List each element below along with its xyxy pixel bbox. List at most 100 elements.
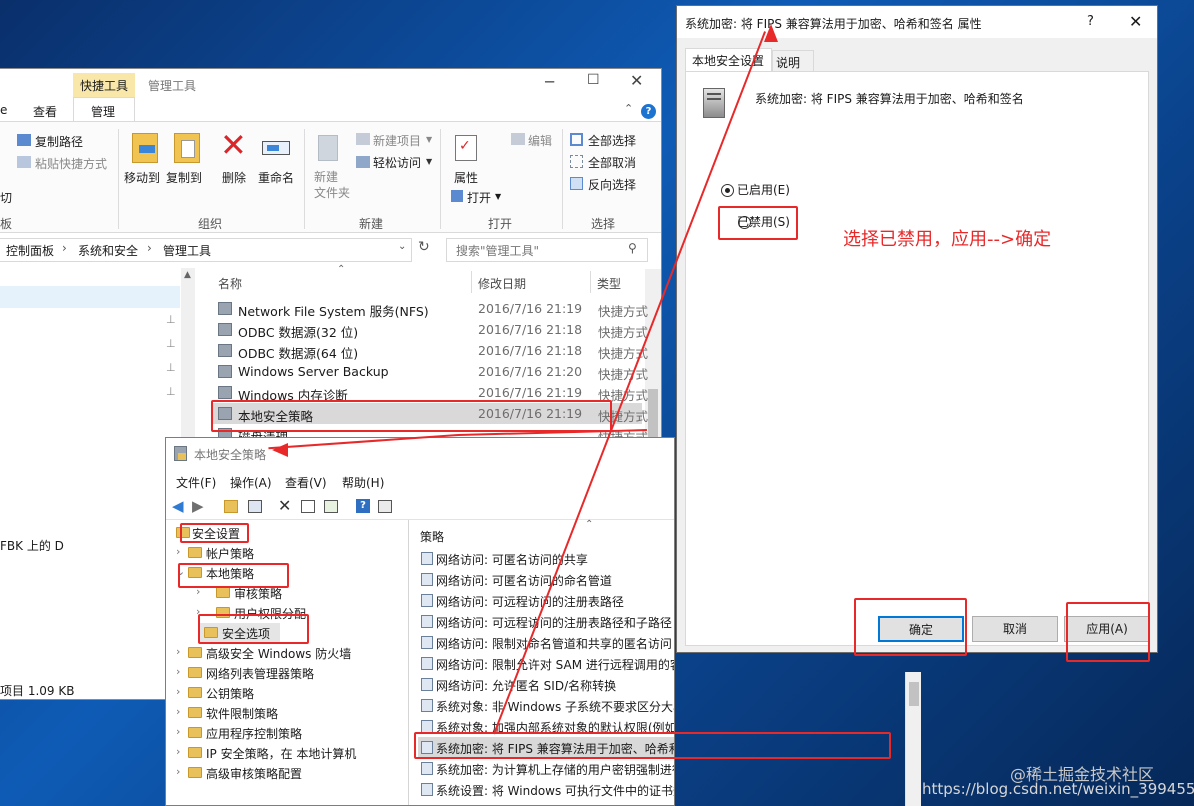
menu-item[interactable]: 查看(V) xyxy=(285,474,327,491)
tab-view[interactable]: 查看 xyxy=(33,103,57,120)
delete-icon[interactable]: ✕ xyxy=(278,496,291,515)
tree-expand-icon[interactable]: › xyxy=(176,725,180,738)
select-all-button[interactable]: 全部选择 xyxy=(588,132,636,149)
up-folder-icon[interactable] xyxy=(224,500,238,513)
edit-icon xyxy=(511,133,525,145)
tree-expand-icon[interactable]: › xyxy=(176,765,180,778)
policy-row[interactable]: 网络访问: 可匿名访问的命名管道 xyxy=(418,569,674,590)
policy-column-header[interactable]: 策略 xyxy=(420,528,444,545)
back-icon[interactable]: ◀ xyxy=(172,497,184,515)
copy-path-button[interactable]: 复制路径 xyxy=(35,133,83,150)
tree-expand-icon[interactable]: › xyxy=(176,645,180,658)
select-none-button[interactable]: 全部取消 xyxy=(588,154,636,171)
enabled-radio[interactable] xyxy=(721,184,734,197)
export-list-icon[interactable] xyxy=(324,500,338,513)
menu-item[interactable]: 文件(F) xyxy=(176,474,216,491)
column-date[interactable]: 修改日期 xyxy=(478,275,526,292)
tab-partial[interactable]: e xyxy=(0,103,7,117)
new-item-button[interactable]: 新建项目 xyxy=(373,132,421,149)
open-dropdown-icon[interactable]: ▼ xyxy=(495,192,501,201)
file-row[interactable]: Windows Server Backup 2016/7/16 21:20 快捷方式 xyxy=(212,361,648,382)
policy-row[interactable]: 网络访问: 可匿名访问的共享 xyxy=(418,548,674,569)
window-title: 管理工具 xyxy=(148,79,197,93)
column-divider xyxy=(590,271,591,293)
cut-button[interactable]: 切 xyxy=(0,189,12,206)
file-date: 2016/7/16 21:20 xyxy=(478,364,583,379)
pin-icon[interactable]: ⊥ xyxy=(166,385,176,398)
show-tree-icon[interactable] xyxy=(248,500,262,513)
help-icon[interactable]: ? xyxy=(356,499,370,513)
folder-icon xyxy=(188,667,202,678)
policy-row[interactable]: 系统对象: 非 Windows 子系统不要求区分大小写已启用 xyxy=(418,695,674,716)
tree-expand-icon[interactable]: › xyxy=(176,705,180,718)
pin-icon[interactable]: ⊥ xyxy=(166,361,176,374)
file-row[interactable]: Network File System 服务(NFS) 2016/7/16 21:… xyxy=(212,298,648,319)
policy-name: 系统设置: 将 Windows 可执行文件中的证书规则用于软件... xyxy=(436,784,674,798)
policy-heading: 系统加密: 将 FIPS 兼容算法用于加密、哈希和签名 xyxy=(755,92,1024,106)
refresh-icon[interactable]: ↻ xyxy=(418,239,430,255)
watermark-url: https://blog.csdn.net/weixin_39945506 xyxy=(922,780,1194,798)
forward-icon[interactable]: ▶ xyxy=(192,497,204,515)
tab-shortcut-tools[interactable]: 快捷工具 xyxy=(80,77,128,94)
file-name: Windows Server Backup xyxy=(238,364,389,379)
enabled-label[interactable]: 已启用(E) xyxy=(737,181,790,198)
nav-drive-label[interactable]: FBK 上的 D xyxy=(0,537,64,554)
policy-list-scrollbar[interactable] xyxy=(905,672,921,806)
pin-icon[interactable]: ⊥ xyxy=(166,337,176,350)
tab-manage[interactable]: 管理 xyxy=(91,103,115,120)
policy-row[interactable]: 系统设置: 将 Windows 可执行文件中的证书规则用于软件...已禁用 xyxy=(418,779,674,800)
tree-expand-icon[interactable]: › xyxy=(176,545,180,558)
easy-access-dropdown-icon[interactable]: ▼ xyxy=(426,157,432,166)
delete-button[interactable]: 删除 xyxy=(222,169,246,186)
ribbon-collapse-icon[interactable]: ⌃ xyxy=(624,102,633,115)
scroll-up-icon[interactable]: ▲ xyxy=(184,270,191,280)
breadcrumb-control-panel[interactable]: 控制面板 xyxy=(6,242,54,259)
cancel-button[interactable]: 取消 xyxy=(972,616,1058,642)
minimize-icon[interactable]: ─ xyxy=(545,73,554,91)
group-new: 新建 xyxy=(359,217,384,231)
policy-row[interactable]: 网络访问: 可远程访问的注册表路径和子路径 xyxy=(418,611,674,632)
properties-button[interactable]: 属性 xyxy=(454,169,478,186)
breadcrumb-admin-tools[interactable]: 管理工具 xyxy=(163,242,211,259)
annotation-box-ok xyxy=(854,598,967,656)
move-to-button[interactable]: 移动到 xyxy=(124,169,160,186)
menu-item[interactable]: 帮助(H) xyxy=(342,474,384,491)
tree-label: 软件限制策略 xyxy=(206,707,279,721)
view-icon[interactable] xyxy=(378,500,392,513)
menu-item[interactable]: 操作(A) xyxy=(230,474,272,491)
tree-expand-icon[interactable]: › xyxy=(176,745,180,758)
tree-expand-icon[interactable]: › xyxy=(176,685,180,698)
tree-label: IP 安全策略，在 本地计算机 xyxy=(206,747,357,761)
tab-explain-label: 说明 xyxy=(776,56,801,70)
new-folder-button[interactable]: 新建 文件夹 xyxy=(314,169,350,201)
tree-expand-icon[interactable]: › xyxy=(176,665,180,678)
rename-button[interactable]: 重命名 xyxy=(258,169,294,186)
column-name[interactable]: 名称 xyxy=(218,275,242,292)
breadcrumb-system-security[interactable]: 系统和安全 xyxy=(78,242,138,259)
dialog-help-button[interactable]: ? xyxy=(1087,14,1094,29)
address-dropdown-icon[interactable]: ⌄ xyxy=(398,241,406,252)
easy-access-button[interactable]: 轻松访问 xyxy=(373,154,421,171)
invert-select-button[interactable]: 反向选择 xyxy=(588,176,636,193)
file-row[interactable]: ODBC 数据源(32 位) 2016/7/16 21:18 快捷方式 xyxy=(212,319,648,340)
dialog-close-button[interactable]: ✕ xyxy=(1129,12,1142,31)
file-row[interactable]: ODBC 数据源(64 位) 2016/7/16 21:18 快捷方式 xyxy=(212,340,648,361)
copy-to-button[interactable]: 复制到 xyxy=(166,169,202,186)
search-icon[interactable]: ⚲ xyxy=(628,241,637,255)
close-icon[interactable]: ✕ xyxy=(630,71,643,90)
open-button[interactable]: 打开 xyxy=(467,189,491,206)
nav-selected-item[interactable] xyxy=(0,286,180,308)
maximize-icon[interactable]: ☐ xyxy=(587,72,600,88)
pin-icon[interactable]: ⊥ xyxy=(166,313,176,326)
help-icon[interactable]: ? xyxy=(641,104,656,119)
properties-icon[interactable] xyxy=(301,500,315,513)
new-item-dropdown-icon[interactable]: ▼ xyxy=(426,135,432,144)
policy-row[interactable]: 网络访问: 限制允许对 SAM 进行远程调用的客户端没有定义 xyxy=(418,653,674,674)
paste-shortcut-button[interactable]: 粘贴快捷方式 xyxy=(35,155,107,172)
policy-row[interactable]: 网络访问: 限制对命名管道和共享的匿名访问 xyxy=(418,632,674,653)
nav-scrollbar[interactable] xyxy=(181,268,195,438)
policy-row[interactable]: 系统加密: 为计算机上存储的用户密钥强制进行强密钥保护没有定义 xyxy=(418,758,674,779)
column-type[interactable]: 类型 xyxy=(597,275,621,292)
edit-button[interactable]: 编辑 xyxy=(528,132,552,149)
policy-row[interactable]: 网络访问: 允许匿名 SID/名称转换已禁用 xyxy=(418,674,674,695)
